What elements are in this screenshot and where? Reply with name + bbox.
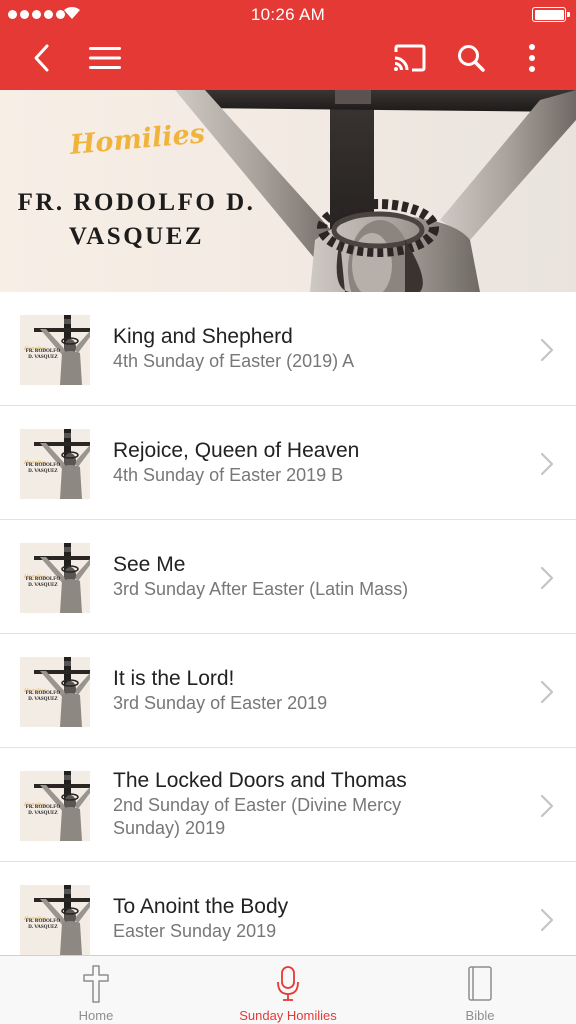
homily-list-item[interactable]: Homilies FR. RODOLFO D. VASQUEZ The Lock… [0, 748, 576, 862]
tab-home[interactable]: Home [0, 956, 192, 1024]
search-icon [458, 45, 485, 72]
hero-name-line-1: FR. RODOLFO D. [17, 189, 256, 216]
chevron-right-icon [540, 908, 554, 932]
homilies-list: Homilies FR. RODOLFO D. VASQUEZ King and… [0, 292, 576, 976]
status-bar: 10:26 AM [0, 0, 576, 30]
homily-subtitle: 3rd Sunday After Easter (Latin Mass) [113, 579, 409, 599]
tab-bible[interactable]: Bible [384, 956, 576, 1024]
hero-preacher-name: FR. RODOLFO D. VASQUEZ [14, 186, 259, 254]
thumbnail-name: FR. RODOLFO D. VASQUEZ [25, 349, 61, 360]
book-icon [468, 966, 492, 1001]
microphone-icon [277, 966, 299, 1001]
homily-text: It is the Lord! 3rd Sunday of Easter 201… [113, 666, 513, 715]
homily-thumbnail: Homilies FR. RODOLFO D. VASQUEZ [20, 315, 90, 385]
homily-subtitle: 4th Sunday of Easter 2019 B [113, 465, 344, 485]
chevron-right-icon [540, 452, 554, 476]
hero-name-line-2: VASQUEZ [68, 223, 205, 250]
homily-subtitle: 2nd Sunday of Easter (Divine Mercy Sunda… [113, 795, 402, 838]
thumbnail-name: FR. RODOLFO D. VASQUEZ [25, 463, 61, 474]
chevron-left-icon [34, 44, 49, 72]
homily-subtitle: 3rd Sunday of Easter 2019 [113, 693, 328, 713]
chevron-right-icon [540, 338, 554, 362]
thumbnail-name: FR. RODOLFO D. VASQUEZ [25, 805, 61, 816]
status-time: 10:26 AM [250, 5, 326, 24]
homily-list-item[interactable]: Homilies FR. RODOLFO D. VASQUEZ See Me 3… [0, 520, 576, 634]
homily-text: To Anoint the Body Easter Sunday 2019 [113, 894, 513, 943]
tab-sunday-homilies-label: Sunday Homilies [239, 1008, 337, 1023]
more-vertical-icon [529, 44, 535, 72]
top-app-bar: 10:26 AM [0, 0, 576, 90]
homily-subtitle: Easter Sunday 2019 [113, 921, 277, 941]
hero-banner: Homilies FR. RODOLFO D. VASQUEZ [0, 90, 576, 292]
homily-title: The Locked Doors and Thomas [113, 769, 407, 792]
bottom-tab-bar: Home Sunday Homilies Bible [0, 955, 576, 1024]
homily-thumbnail: Homilies FR. RODOLFO D. VASQUEZ [20, 429, 90, 499]
homily-title: It is the Lord! [113, 667, 235, 690]
homily-title: See Me [113, 553, 186, 576]
tab-home-label: Home [78, 1008, 114, 1023]
homily-list-item[interactable]: Homilies FR. RODOLFO D. VASQUEZ Rejoice,… [0, 406, 576, 520]
homily-text: See Me 3rd Sunday After Easter (Latin Ma… [113, 552, 513, 601]
homily-thumbnail: Homilies FR. RODOLFO D. VASQUEZ [20, 885, 90, 955]
more-options-button[interactable] [512, 38, 552, 78]
thumbnail-name: FR. RODOLFO D. VASQUEZ [25, 919, 61, 930]
cast-icon [394, 44, 426, 72]
chevron-right-icon [540, 680, 554, 704]
search-button[interactable] [451, 38, 491, 78]
thumbnail-name: FR. RODOLFO D. VASQUEZ [25, 577, 61, 588]
chevron-right-icon [540, 566, 554, 590]
homily-title: King and Shepherd [113, 325, 293, 348]
homily-thumbnail: Homilies FR. RODOLFO D. VASQUEZ [20, 771, 90, 841]
homily-list-item[interactable]: Homilies FR. RODOLFO D. VASQUEZ It is th… [0, 634, 576, 748]
homily-text: King and Shepherd 4th Sunday of Easter (… [113, 324, 513, 373]
homily-thumbnail: Homilies FR. RODOLFO D. VASQUEZ [20, 657, 90, 727]
homily-thumbnail: Homilies FR. RODOLFO D. VASQUEZ [20, 543, 90, 613]
thumbnail-name: FR. RODOLFO D. VASQUEZ [25, 691, 61, 702]
homily-list-item[interactable]: Homilies FR. RODOLFO D. VASQUEZ King and… [0, 292, 576, 406]
cross-icon [83, 965, 109, 1003]
tab-sunday-homilies[interactable]: Sunday Homilies [192, 956, 384, 1024]
chevron-right-icon [540, 794, 554, 818]
hamburger-menu-icon [89, 47, 121, 69]
homily-text: Rejoice, Queen of Heaven 4th Sunday of E… [113, 438, 513, 487]
homily-text: The Locked Doors and Thomas 2nd Sunday o… [113, 768, 513, 840]
homily-title: Rejoice, Queen of Heaven [113, 439, 360, 462]
homily-title: To Anoint the Body [113, 895, 289, 918]
cast-button[interactable] [389, 38, 429, 78]
homily-subtitle: 4th Sunday of Easter (2019) A [113, 351, 355, 371]
tab-bible-label: Bible [465, 1008, 495, 1023]
battery-icon [532, 7, 570, 22]
back-button[interactable] [22, 38, 62, 78]
menu-button[interactable] [85, 38, 125, 78]
